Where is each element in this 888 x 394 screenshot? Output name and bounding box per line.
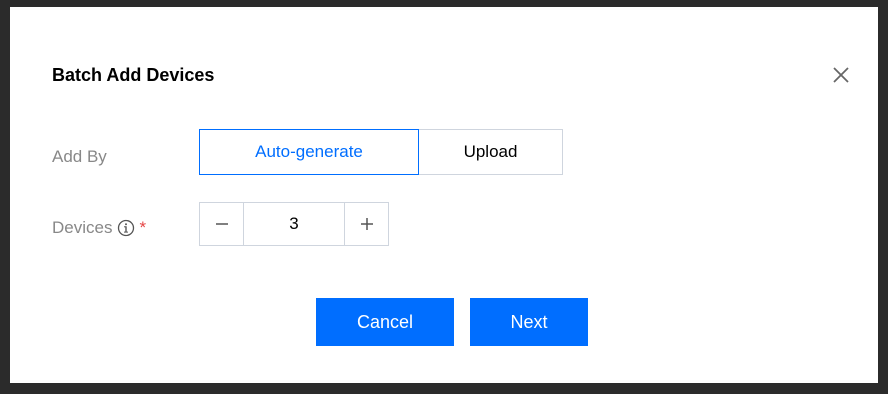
close-button[interactable] [831,65,851,85]
plus-icon [360,218,373,230]
increment-button[interactable] [344,203,388,245]
devices-label-text: Devices [52,218,113,237]
add-by-upload-option[interactable]: Upload [418,129,563,175]
auto-generate-label: Auto-generate [255,142,363,161]
batch-add-devices-dialog: Batch Add Devices Add By Auto-generate U… [10,7,878,383]
devices-quantity-stepper: 3 [199,202,389,246]
devices-quantity-input[interactable]: 3 [244,203,344,245]
minus-icon [215,223,228,225]
dialog-title: Batch Add Devices [52,65,215,85]
add-by-label-text: Add By [52,147,107,166]
close-icon [833,67,849,83]
add-by-auto-generate-option[interactable]: Auto-generate [199,129,419,175]
next-button[interactable]: Next [470,298,588,346]
devices-label: Devices * [52,218,146,238]
decrement-button[interactable] [200,203,244,245]
required-asterisk: * [139,218,147,237]
upload-label: Upload [463,142,518,161]
add-by-label: Add By [52,147,107,167]
info-icon[interactable] [117,219,135,237]
cancel-button[interactable]: Cancel [316,298,454,346]
